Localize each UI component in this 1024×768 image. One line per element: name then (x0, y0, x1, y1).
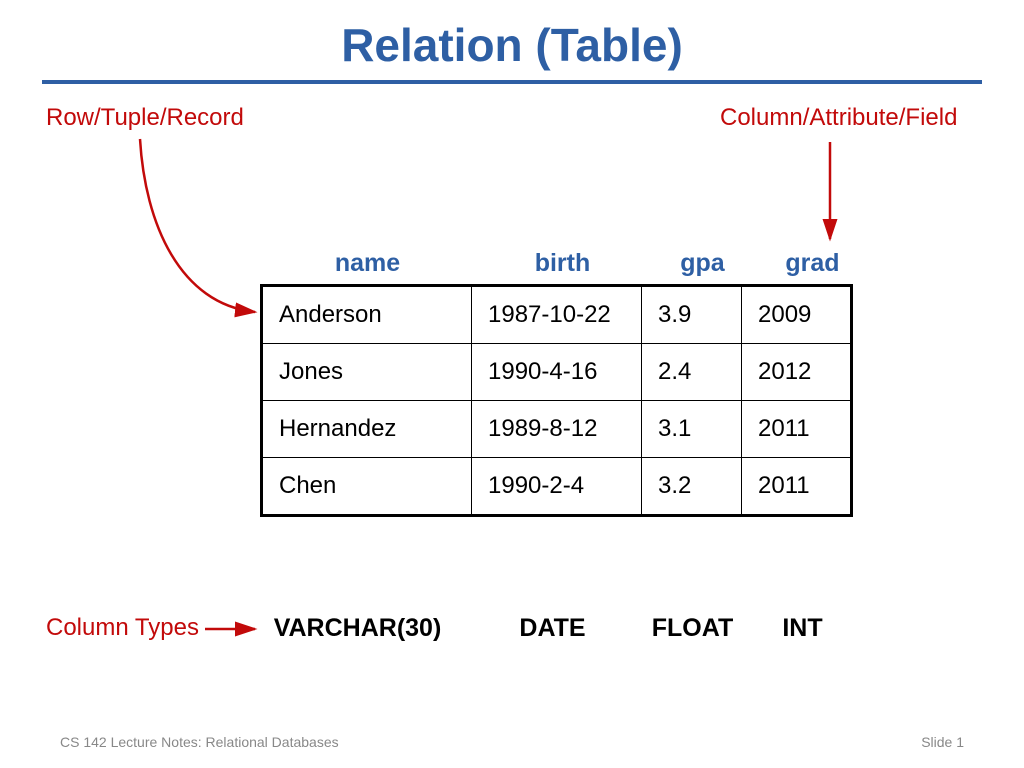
type-grad: INT (745, 614, 860, 643)
table-row: Anderson 1987-10-22 3.9 2009 (262, 286, 852, 344)
footer-left: CS 142 Lecture Notes: Relational Databas… (60, 734, 339, 750)
cell-gpa: 3.9 (642, 286, 742, 344)
annotation-row: Row/Tuple/Record (46, 104, 244, 132)
cell-grad: 2011 (742, 458, 852, 516)
cell-birth: 1987-10-22 (472, 286, 642, 344)
header-grad: grad (755, 249, 870, 278)
cell-gpa: 3.1 (642, 401, 742, 458)
cell-gpa: 2.4 (642, 344, 742, 401)
cell-name: Anderson (262, 286, 472, 344)
cell-birth: 1990-4-16 (472, 344, 642, 401)
column-headers: name birth gpa grad (260, 249, 870, 278)
relation-table: Anderson 1987-10-22 3.9 2009 Jones 1990-… (260, 284, 853, 517)
header-name: name (260, 249, 475, 278)
cell-grad: 2012 (742, 344, 852, 401)
type-gpa: FLOAT (640, 614, 745, 643)
type-name: VARCHAR(30) (250, 614, 465, 643)
header-gpa: gpa (650, 249, 755, 278)
column-types-row: VARCHAR(30) DATE FLOAT INT (250, 614, 860, 643)
cell-birth: 1989-8-12 (472, 401, 642, 458)
header-birth: birth (475, 249, 650, 278)
cell-name: Jones (262, 344, 472, 401)
cell-gpa: 3.2 (642, 458, 742, 516)
cell-name: Chen (262, 458, 472, 516)
table-row: Jones 1990-4-16 2.4 2012 (262, 344, 852, 401)
cell-grad: 2011 (742, 401, 852, 458)
table-row: Hernandez 1989-8-12 3.1 2011 (262, 401, 852, 458)
type-birth: DATE (465, 614, 640, 643)
slide-title: Relation (Table) (0, 0, 1024, 72)
annotation-column-types: Column Types (46, 614, 199, 642)
cell-name: Hernandez (262, 401, 472, 458)
cell-grad: 2009 (742, 286, 852, 344)
footer-right: Slide 1 (921, 734, 964, 750)
annotation-column: Column/Attribute/Field (720, 104, 957, 132)
slide-footer: CS 142 Lecture Notes: Relational Databas… (0, 734, 1024, 750)
table-row: Chen 1990-2-4 3.2 2011 (262, 458, 852, 516)
cell-birth: 1990-2-4 (472, 458, 642, 516)
slide-body: Row/Tuple/Record Column/Attribute/Field … (0, 84, 1024, 724)
